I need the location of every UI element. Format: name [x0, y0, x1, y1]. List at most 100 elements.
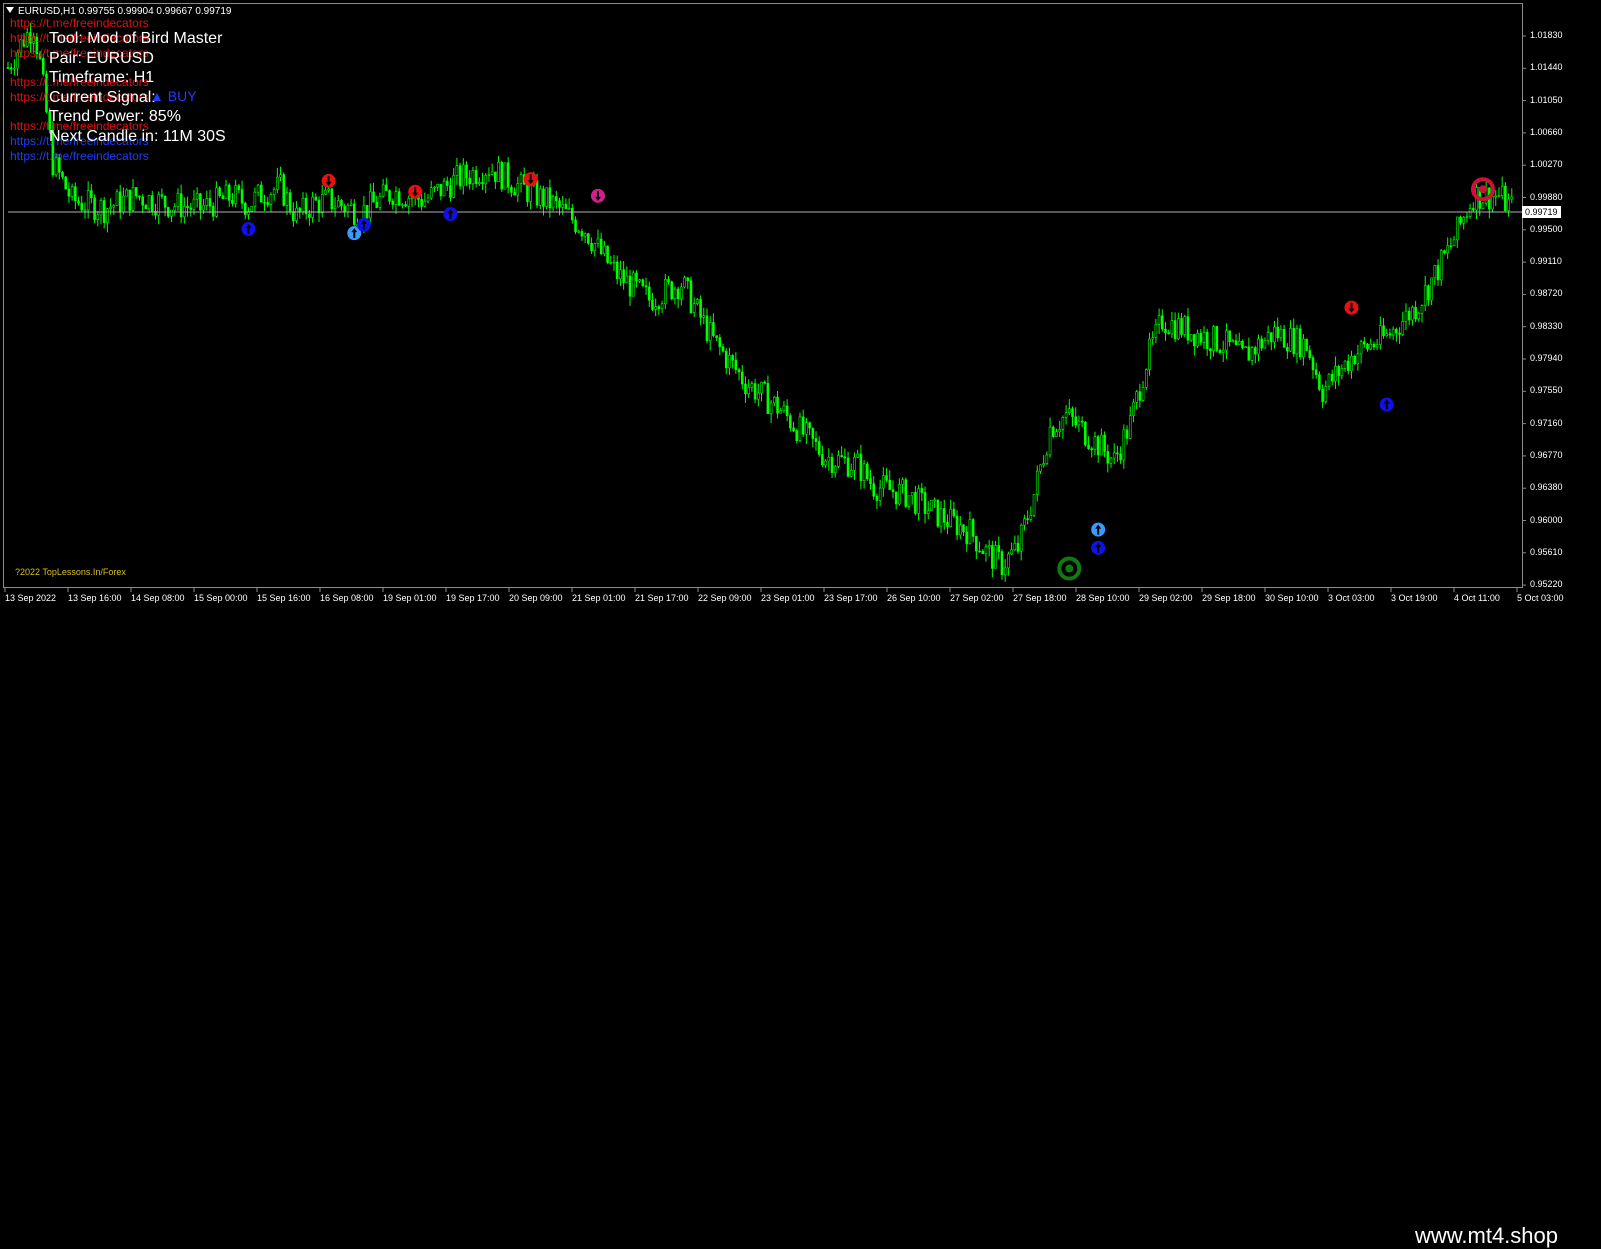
- candle-body: [77, 200, 80, 204]
- candle-body: [330, 188, 334, 209]
- candle-body: [1366, 343, 1369, 350]
- dropdown-triangle-icon[interactable]: [6, 7, 14, 13]
- candle-body: [686, 277, 690, 282]
- candle-body: [506, 162, 510, 188]
- candle-body: [551, 196, 555, 209]
- candle-body: [814, 438, 818, 442]
- candle-body: [109, 206, 112, 210]
- candle-body: [263, 201, 266, 204]
- candle-body: [163, 195, 167, 208]
- candle-body: [936, 499, 940, 527]
- info-next-candle: Next Candle in: 11M 30S: [49, 128, 226, 145]
- candle-body: [67, 188, 71, 197]
- candle-body: [1116, 452, 1119, 455]
- x-tick-label: 20 Sep 09:00: [509, 593, 563, 603]
- candle-body: [882, 475, 885, 489]
- candle-body: [1379, 325, 1382, 345]
- candle-body: [1363, 341, 1366, 345]
- candle-body: [1234, 340, 1238, 345]
- candle-body: [875, 495, 879, 501]
- candle-body: [1007, 553, 1010, 569]
- candle-body: [340, 200, 343, 207]
- candle-body: [942, 508, 946, 523]
- candle-body: [840, 455, 843, 458]
- candle-body: [808, 422, 811, 429]
- candle-body: [811, 427, 815, 439]
- promo-link-7[interactable]: https://t.me/freeindecators: [10, 149, 149, 163]
- candle-body: [1346, 360, 1350, 372]
- x-tick-label: 3 Oct 03:00: [1328, 593, 1375, 603]
- candle-body: [561, 204, 565, 208]
- candle-body: [218, 187, 221, 196]
- candle-body: [907, 495, 911, 507]
- x-tick-label: 26 Sep 10:00: [887, 593, 941, 603]
- candle-body: [891, 489, 895, 493]
- candle-body: [1173, 320, 1177, 340]
- candle-body: [856, 453, 859, 458]
- candle-body: [343, 205, 346, 213]
- candle-body: [1077, 420, 1081, 426]
- candle-body: [1080, 420, 1084, 423]
- candle-body: [1106, 451, 1110, 464]
- candle-body: [452, 175, 455, 198]
- candle-body: [1327, 373, 1331, 387]
- y-tick-label: 0.97940: [1530, 353, 1563, 363]
- x-tick-label: 23 Sep 17:00: [824, 593, 878, 603]
- candle-body: [635, 272, 638, 282]
- candle-body: [1164, 328, 1167, 333]
- candle-body: [779, 410, 783, 414]
- candle-body: [859, 453, 863, 481]
- candle-body: [1253, 347, 1257, 355]
- candle-body: [41, 58, 45, 75]
- candle-body: [1305, 338, 1308, 351]
- candle-body: [426, 197, 430, 202]
- candle-body: [1135, 391, 1138, 403]
- candle-body: [1343, 360, 1347, 369]
- candle-body: [1395, 328, 1398, 334]
- candle-body: [1292, 327, 1296, 355]
- candle-body: [1186, 316, 1190, 341]
- candle-body: [923, 492, 927, 514]
- candle-body: [1068, 408, 1071, 414]
- candle-body: [564, 204, 568, 209]
- candle-body: [1032, 494, 1036, 516]
- candle-body: [1436, 265, 1440, 281]
- info-pair: Pair: EURUSD: [49, 50, 154, 67]
- x-tick-label: 15 Sep 00:00: [194, 593, 248, 603]
- y-tick-label: 0.96380: [1530, 482, 1563, 493]
- candlestick-chart[interactable]: [0, 0, 1601, 610]
- candle-body: [227, 184, 231, 201]
- candle-body: [1430, 277, 1433, 301]
- candle-body: [1318, 374, 1321, 390]
- candle-body: [445, 180, 449, 186]
- candle-body: [958, 524, 962, 536]
- candle-body: [90, 190, 93, 199]
- candle-body: [580, 231, 584, 237]
- candle-body: [513, 192, 516, 196]
- signal-buy: ▲ BUY: [150, 88, 197, 104]
- candle-body: [1433, 265, 1437, 279]
- candle-body: [1231, 340, 1235, 343]
- candle-body: [1260, 338, 1263, 349]
- candle-body: [1340, 368, 1344, 377]
- candle-body: [708, 322, 712, 342]
- x-tick-label: 15 Sep 16:00: [257, 593, 311, 603]
- candle-body: [478, 182, 481, 184]
- candle-body: [1209, 348, 1212, 352]
- candle-body: [872, 483, 876, 497]
- candle-body: [458, 165, 462, 187]
- y-tick-label: 1.01830: [1530, 30, 1563, 40]
- candle-body: [1202, 331, 1206, 343]
- x-tick-label: 30 Sep 10:00: [1265, 593, 1319, 603]
- candle-body: [545, 187, 548, 207]
- candle-body: [179, 193, 183, 218]
- candle-body: [571, 207, 574, 221]
- sell-arrow-icon: [1344, 300, 1359, 315]
- candle-body: [1263, 339, 1267, 349]
- candle-body: [1423, 285, 1427, 306]
- candle-body: [631, 272, 635, 297]
- candle-body: [1481, 202, 1485, 209]
- candle-body: [1385, 333, 1389, 337]
- promo-link-0[interactable]: https://t.me/freeindecators: [10, 16, 149, 30]
- candle-body: [657, 306, 661, 310]
